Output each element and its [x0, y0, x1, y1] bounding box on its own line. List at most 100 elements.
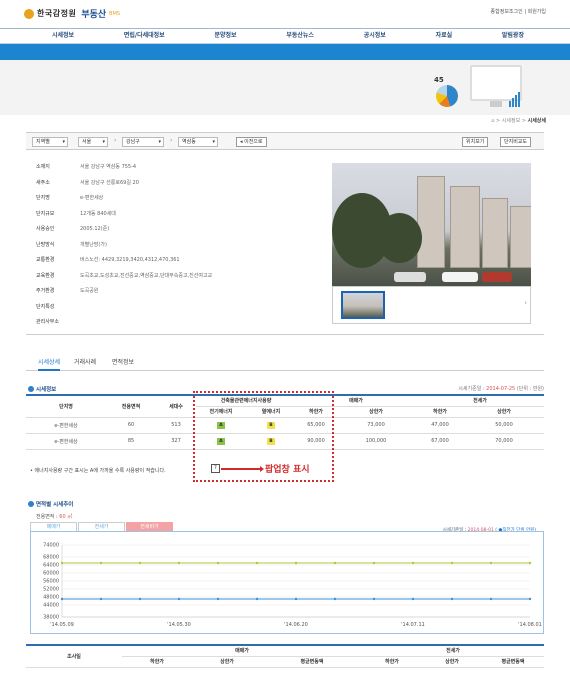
nav-item-library[interactable]: 자료실 [436, 29, 453, 43]
x-tick-label: '14.05.30 [167, 622, 191, 628]
area-value: 60 ㎡ [59, 514, 73, 520]
arrow-right-icon [221, 466, 264, 472]
chart-section-title: 면적별 시세추이 [28, 500, 73, 508]
table-cell-households: 327 [156, 433, 196, 450]
data-point [294, 561, 298, 565]
col-survey-date: 조사일 [26, 644, 122, 668]
logo-org-name: 한국감정원 [37, 9, 77, 18]
chart-section-title-text: 면적별 시세추이 [36, 502, 74, 508]
breadcrumb: ⌂ > 시세정보 > 시세상세 [491, 117, 546, 124]
sub-nav-band [0, 44, 570, 60]
col-households: 세대수 [156, 394, 196, 418]
data-point [372, 597, 376, 601]
photo-thumbnail-strip: › [332, 286, 531, 324]
pie-chart-icon [436, 85, 458, 107]
x-tick-label: '14.08.01 [518, 622, 542, 628]
data-point [177, 561, 181, 565]
dong-select[interactable]: 역삼동 [178, 137, 218, 147]
data-point [99, 597, 103, 601]
col-sale-avg: 평균변동액 [262, 656, 362, 668]
data-point [177, 597, 181, 601]
chevron-right-icon: › [114, 137, 117, 144]
info-value: 서울 강남구 역삼동 755-4 [80, 164, 137, 170]
help-icon[interactable]: ? [211, 464, 220, 473]
data-point [372, 561, 376, 565]
base-date-value: 2014-07-25 [486, 386, 516, 392]
data-point [255, 597, 259, 601]
col-jeonse: 전세가 [416, 394, 544, 407]
top-links[interactable]: 종합정보조그인 | 회원가입 [491, 8, 546, 15]
region-type-select[interactable]: 지역별 [32, 137, 68, 147]
nav-item-sale[interactable]: 분양정보 [214, 29, 236, 43]
data-point [138, 597, 142, 601]
photo-thumbnail[interactable] [341, 291, 385, 319]
y-tick-label: 38000 [43, 615, 59, 621]
info-label: 사용승인 [36, 226, 55, 232]
table-cell-jeonse_high: 70,000 [464, 433, 544, 450]
nav-item-notice[interactable]: 공시정보 [364, 29, 386, 43]
city-select[interactable]: 서울 [78, 137, 108, 147]
data-point [99, 561, 103, 565]
tab-transactions[interactable]: 거래사례 [74, 357, 96, 366]
nav-item-board[interactable]: 알림광장 [502, 29, 524, 43]
col-complex: 단지명 [26, 394, 106, 418]
data-point [294, 597, 298, 601]
y-tick-label: 44000 [43, 603, 59, 609]
area-label: 전용면적 : 60 ㎡ [36, 513, 72, 520]
table-cell-area: 85 [106, 433, 156, 450]
info-label: 단지특성 [36, 303, 55, 310]
tab-price-detail[interactable]: 시세상세 [38, 357, 61, 371]
data-point [450, 561, 454, 565]
x-tick-label: '14.06.20 [284, 622, 308, 628]
info-value: 버스노선: 4429,3219,3420,4312,470,361 [80, 257, 180, 263]
col-jeonse-low: 하한가 [362, 656, 422, 668]
table-cell-name: e-편한세상 [26, 417, 106, 434]
hero-pie-label: 45 [434, 76, 444, 84]
info-label: 교육환경 [36, 272, 55, 279]
info-value: 도곡공원 [80, 288, 99, 294]
chart-tab-sale[interactable]: 매매가 [30, 522, 77, 531]
site-logo[interactable]: 한국감정원 부동산 BMS [24, 7, 120, 20]
col-jeonse-high: 상한가 [422, 656, 482, 668]
col-sale-high: 상한가 [192, 656, 262, 668]
price-history-table: 조사일 매매가 전세가 하한가 상한가 평균변동액 하한가 상한가 평균변동액 [26, 644, 544, 668]
tab-area-info[interactable]: 면적정보 [112, 357, 134, 366]
info-value: 2005.12(준) [80, 226, 110, 232]
main-nav: 시세정보 면립/다세대정보 분양정보 부동산뉴스 공시정보 자료실 알림광장 [0, 28, 570, 44]
table-cell-sale_high: 100,000 [336, 433, 416, 450]
data-point [528, 561, 532, 565]
data-point [489, 597, 493, 601]
y-tick-label: 60000 [43, 571, 59, 577]
info-value: 서울 강남구 선릉로69길 20 [80, 179, 139, 186]
bar-chart-icon [509, 92, 520, 107]
chart-tab-jeonse[interactable]: 전세가 [78, 522, 125, 531]
bullet-icon [28, 501, 34, 507]
complex-compare-button[interactable]: 단지비교도 [500, 137, 532, 147]
nav-item-price[interactable]: 시세정보 [52, 29, 74, 43]
nav-item-villa[interactable]: 면립/다세대정보 [124, 29, 165, 43]
data-point [60, 561, 64, 565]
col-sale: 매매가 [122, 644, 362, 657]
y-tick-label: 74000 [43, 543, 59, 549]
location-button[interactable]: 위치보기 [462, 137, 489, 147]
x-tick-label: '14.05.09 [50, 622, 74, 628]
data-point [333, 597, 337, 601]
prev-button[interactable]: ◂ 이전으로 [236, 137, 267, 147]
price-section-title: 시세정보 [28, 385, 56, 393]
top-bar: 한국감정원 부동산 BMS 종합정보조그인 | 회원가입 [0, 0, 570, 26]
data-point [255, 561, 259, 565]
chevron-right-icon[interactable]: › [524, 299, 527, 307]
district-select[interactable]: 강남구 [122, 137, 164, 147]
breadcrumb-path[interactable]: ⌂ > 시세정보 > [491, 118, 526, 124]
energy-note: • 에너지사용량 구간 표시는 A에 가까울 수록 사용량이 적습니다. [30, 467, 166, 474]
info-value: 12개동 840세대 [80, 210, 116, 217]
info-value: 개별난방(가) [80, 241, 107, 248]
nav-item-news[interactable]: 부동산뉴스 [286, 29, 314, 43]
price-trend-chart: 74000 68000 64000 60000 56000 52000 48000 44000… [43, 543, 542, 629]
data-point [411, 597, 415, 601]
bullet-icon [28, 386, 34, 392]
chart-tab-ratio[interactable]: 전세비가 [126, 522, 173, 531]
data-point [60, 597, 64, 601]
col-jeonse-high: 상한가 [464, 406, 544, 418]
energy-note-text: 에너지사용량 구간 표시는 A에 가까울 수록 사용량이 적습니다. [34, 468, 166, 474]
